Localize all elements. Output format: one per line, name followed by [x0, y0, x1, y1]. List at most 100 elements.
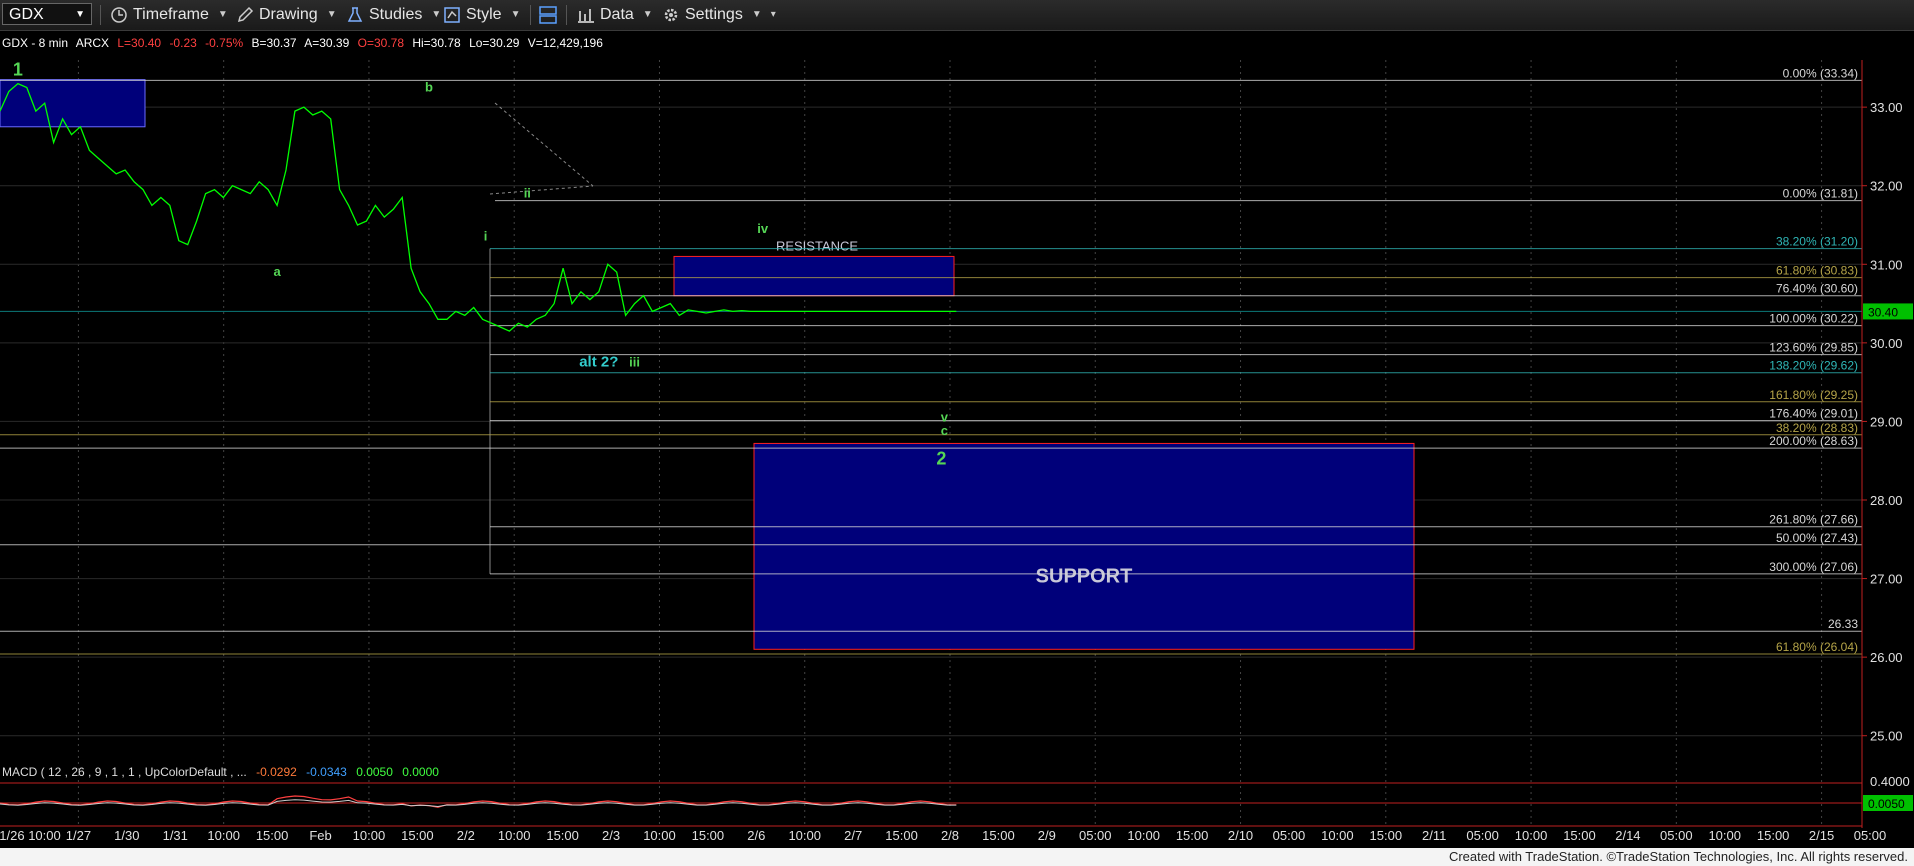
x-tick-label: 2/7 — [844, 828, 862, 843]
wave-label: 1 — [13, 60, 23, 80]
y-tick-label: 25.00 — [1870, 729, 1903, 744]
style-label: Style — [466, 6, 502, 23]
x-tick-label: 1/31 — [163, 828, 188, 843]
drawing-menu[interactable]: Drawing ▼ — [236, 4, 337, 26]
toolbar-separator — [566, 5, 567, 25]
fib-level-label: 0.00% (33.34) — [1783, 66, 1858, 80]
settings-menu[interactable]: Settings ▼ ▾ — [662, 4, 776, 26]
x-tick-label: 10:00 — [1127, 828, 1160, 843]
chevron-down-icon: ▼ — [751, 9, 762, 20]
symbol-selector[interactable]: GDX ▼ — [2, 3, 92, 25]
header-exchange: ARCX — [76, 36, 109, 50]
macd-label-text: MACD ( 12 , 26 , 9 , 1 , 1 , UpColorDefa… — [2, 765, 247, 779]
drawing-label: Drawing — [259, 6, 318, 23]
header-change: -0.23 — [169, 36, 197, 50]
studies-menu[interactable]: Studies ▼ — [346, 4, 441, 26]
x-tick-label: 10:00 — [643, 828, 676, 843]
wave-label: a — [273, 264, 281, 279]
data-menu[interactable]: Data ▼ — [577, 4, 653, 26]
x-tick-label: 15:00 — [885, 828, 918, 843]
y-tick-label: 29.00 — [1870, 414, 1903, 429]
fib-level-label: 176.40% (29.01) — [1769, 407, 1858, 421]
trend-line[interactable] — [489, 185, 594, 195]
settings-label: Settings — [685, 6, 743, 23]
wave-label: b — [425, 79, 433, 94]
macd-panel: MACD ( 12 , 26 , 9 , 1 , 1 , UpColorDefa… — [0, 765, 1913, 811]
wave-label: i — [484, 229, 488, 244]
timeframe-menu[interactable]: Timeframe ▼ — [110, 4, 228, 26]
wave-label: 2 — [936, 449, 946, 469]
y-tick-label: 28.00 — [1870, 493, 1903, 508]
wave-label: c — [941, 423, 948, 438]
style-menu[interactable]: Style ▼ — [443, 4, 520, 26]
x-tick-label: 2/9 — [1038, 828, 1056, 843]
footer: Created with TradeStation. ©TradeStation… — [0, 848, 1914, 866]
macd-zero-value: 0.0000 — [402, 765, 439, 779]
data-label: Data — [600, 6, 634, 23]
gear-icon — [664, 8, 678, 22]
y-tick-label: 33.00 — [1870, 100, 1903, 115]
header-name: GDX - 8 min — [2, 36, 68, 50]
fib-level-label: 300.00% (27.06) — [1769, 560, 1858, 574]
fib-level-label: 50.00% (27.43) — [1776, 531, 1858, 545]
chevron-down-icon: ▼ — [431, 9, 442, 20]
x-tick-label: 15:00 — [401, 828, 434, 843]
chevron-down-icon: ▼ — [510, 9, 521, 20]
header-bid: B=30.37 — [252, 36, 297, 50]
pencil-icon — [237, 6, 254, 23]
symbol-header: GDX - 8 min ARCX L=30.40 -0.23 -0.75% B=… — [2, 36, 603, 50]
fib-level-label: 200.00% (28.63) — [1769, 434, 1858, 448]
clock-icon — [111, 7, 127, 23]
fib-level-label: 100.00% (30.22) — [1769, 312, 1858, 326]
last-price-label: 30.40 — [1868, 305, 1898, 319]
x-tick-label: 05:00 — [1660, 828, 1693, 843]
header-volume: V=12,429,196 — [528, 36, 603, 50]
toolbar-separator — [530, 5, 531, 25]
y-tick-label: 27.00 — [1870, 572, 1903, 587]
style-icon — [444, 7, 460, 23]
trend-line[interactable] — [494, 102, 594, 187]
chevron-down-icon: ▾ — [770, 9, 776, 20]
fib-level-label: 26.33 — [1828, 617, 1858, 631]
x-tick-label: 05:00 — [1466, 828, 1499, 843]
x-tick-label: 15:00 — [256, 828, 289, 843]
toolbar: GDX ▼ Timeframe ▼ Drawing ▼ Studies ▼ St… — [0, 0, 1914, 31]
time-axis: 1/26 10:00 1/27 1/30 1/31 10:00 15:00 Feb 10:00… — [0, 825, 1886, 843]
wave-label: alt 2? — [579, 353, 618, 370]
macd-diff-value: 0.0050 — [356, 765, 393, 779]
x-tick-label: 10:00 — [498, 828, 531, 843]
fib-level-label: 0.00% (31.81) — [1783, 187, 1858, 201]
zone-box — [753, 442, 1415, 650]
x-tick-label: 2/6 — [747, 828, 765, 843]
layout-button[interactable] — [538, 4, 558, 26]
x-tick-label: 15:00 — [1370, 828, 1403, 843]
wave-label: iii — [629, 354, 640, 369]
fib-level-label: 38.20% (28.83) — [1776, 421, 1858, 435]
timeframe-label: Timeframe — [133, 6, 209, 23]
fib-level-label: 138.20% (29.62) — [1769, 359, 1858, 373]
x-tick-label: 10:00 — [353, 828, 386, 843]
macd-value: -0.0292 — [256, 765, 297, 779]
x-tick-label: 2/3 — [602, 828, 620, 843]
resistance-label: RESISTANCE — [776, 238, 858, 253]
price-axis: 33.00 32.00 31.00 30.00 29.00 28.00 27.00 26.00… — [1861, 60, 1913, 828]
price-chart[interactable]: RESISTANCE SUPPORT 0.00% (33.34) 0.00% (31… — [0, 30, 1914, 848]
y-tick-label: 32.00 — [1870, 179, 1903, 194]
header-low: Lo=30.29 — [469, 36, 520, 50]
trend-lines — [489, 102, 594, 195]
x-tick-label: 10:00 — [1708, 828, 1741, 843]
layout-icon — [539, 6, 557, 24]
wave-label: iv — [757, 221, 769, 236]
x-tick-label: 15:00 — [1757, 828, 1790, 843]
x-tick-label: 10:00 — [207, 828, 240, 843]
x-tick-label: 2/2 — [457, 828, 475, 843]
fib-level-label: 161.80% (29.25) — [1769, 388, 1858, 402]
flask-icon — [347, 7, 363, 22]
y-tick-label: 31.00 — [1870, 257, 1903, 272]
x-tick-label: 15:00 — [546, 828, 579, 843]
y-tick-label: 26.00 — [1870, 650, 1903, 665]
x-tick-label: 1/30 — [114, 828, 139, 843]
fib-level-label: 38.20% (31.20) — [1776, 235, 1858, 249]
macd-signal-value: -0.0343 — [306, 765, 347, 779]
chevron-down-icon: ▼ — [326, 9, 337, 20]
